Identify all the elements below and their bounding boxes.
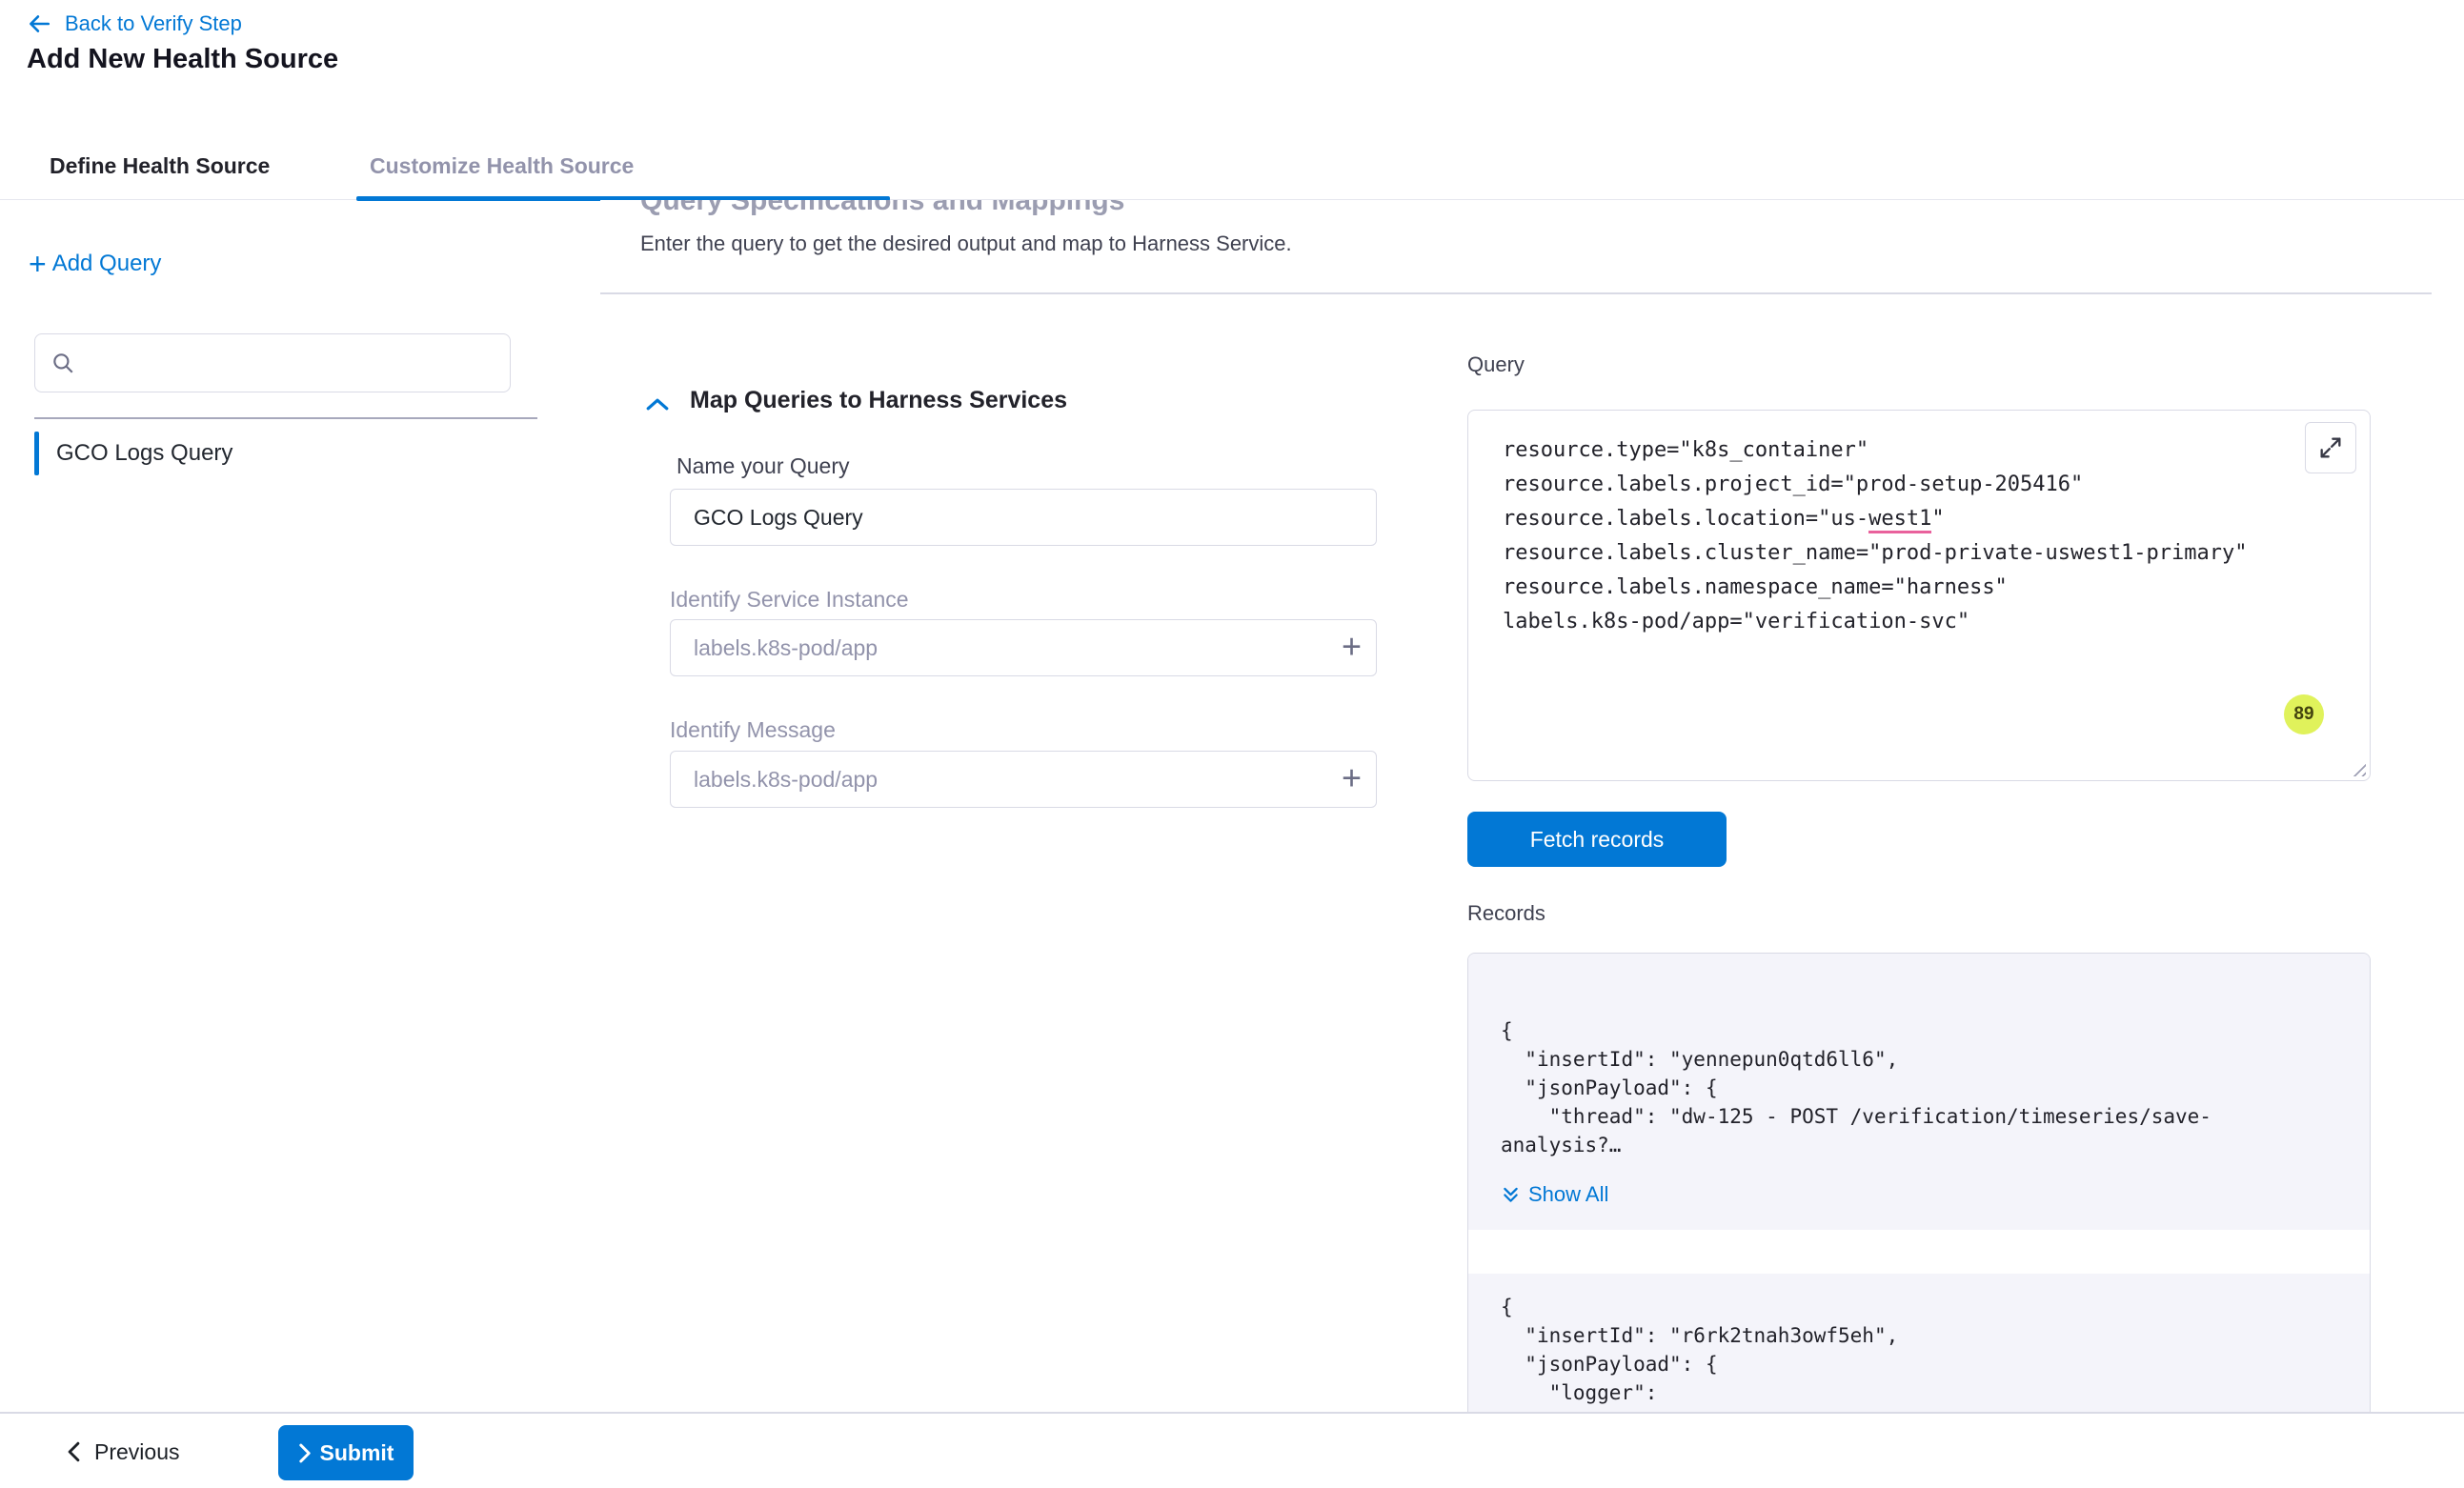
identify-message-input[interactable] — [670, 751, 1377, 808]
name-query-input[interactable] — [670, 489, 1377, 546]
record-json: { "insertId": "yennepun0qtd6ll6", "jsonP… — [1501, 1016, 2263, 1159]
service-instance-input[interactable] — [670, 619, 1377, 676]
expand-query-button[interactable] — [2305, 422, 2356, 473]
query-list-item[interactable]: GCO Logs Query — [34, 431, 232, 476]
record-item: { "insertId": "r6rk2tnah3owf5eh", "jsonP… — [1468, 1274, 2370, 1412]
submit-label: Submit — [320, 1440, 394, 1466]
service-instance-field: + — [670, 619, 1377, 676]
query-search-box — [34, 333, 511, 392]
add-query-label: Add Query — [52, 251, 162, 277]
previous-label: Previous — [94, 1439, 179, 1465]
record-item: { "insertId": "yennepun0qtd6ll6", "jsonP… — [1468, 954, 2370, 1230]
footer-bar: Previous Submit — [0, 1412, 2464, 1488]
query-label: Query — [1467, 352, 1525, 377]
back-arrow-icon — [25, 11, 53, 36]
sidebar-divider — [34, 417, 537, 419]
resize-handle[interactable] — [2349, 759, 2366, 776]
add-service-instance-button[interactable]: + — [1342, 630, 1362, 664]
selected-indicator-bar — [34, 432, 39, 475]
service-instance-label: Identify Service Instance — [670, 587, 909, 613]
section-heading: Query Specifications and Mappings — [640, 200, 1124, 217]
query-editor[interactable]: resource.type="k8s_container"resource.la… — [1467, 410, 2371, 781]
map-queries-title: Map Queries to Harness Services — [690, 387, 1067, 414]
query-search-input[interactable] — [89, 351, 495, 376]
chevron-up-icon — [645, 396, 670, 412]
records-panel: { "insertId": "yennepun0qtd6ll6", "jsonP… — [1467, 953, 2371, 1412]
tab-define-health-source[interactable]: Define Health Source — [50, 131, 270, 200]
back-link-label: Back to Verify Step — [65, 11, 242, 36]
main-panel: Query Specifications and Mappings Enter … — [600, 200, 2464, 1412]
add-query-button[interactable]: + Add Query — [29, 250, 161, 278]
name-query-label: Name your Query — [677, 453, 850, 479]
char-count-badge: 89 — [2284, 694, 2324, 734]
search-icon — [50, 351, 75, 375]
query-item-label: GCO Logs Query — [56, 440, 232, 467]
identify-message-label: Identify Message — [670, 717, 836, 743]
record-spacer — [1468, 1230, 2370, 1274]
plus-icon: + — [29, 250, 47, 278]
query-text: resource.type="k8s_container"resource.la… — [1503, 433, 2335, 639]
section-subheading: Enter the query to get the desired outpu… — [640, 231, 1292, 256]
page-title: Add New Health Source — [27, 44, 338, 75]
fetch-records-button[interactable]: Fetch records — [1467, 812, 1727, 867]
chevron-right-icon — [298, 1443, 312, 1463]
heading-divider — [600, 292, 2432, 294]
records-label: Records — [1467, 901, 1545, 926]
previous-button[interactable]: Previous — [67, 1414, 179, 1488]
record-json: { "insertId": "r6rk2tnah3owf5eh", "jsonP… — [1501, 1293, 2263, 1412]
name-query-field — [670, 489, 1377, 546]
add-health-source-page: Back to Verify Step Add New Health Sourc… — [0, 0, 2464, 1488]
expand-icon — [2317, 434, 2344, 461]
add-message-button[interactable]: + — [1342, 761, 1362, 795]
collapse-section-button[interactable] — [642, 391, 673, 417]
double-chevron-down-icon — [1501, 1185, 1521, 1205]
show-all-label: Show All — [1528, 1182, 1608, 1207]
submit-button[interactable]: Submit — [278, 1425, 414, 1480]
tab-bar: Define Health Source Customize Health So… — [0, 131, 2464, 200]
back-to-verify-link[interactable]: Back to Verify Step — [25, 11, 242, 36]
tab-customize-health-source[interactable]: Customize Health Source — [370, 131, 634, 200]
chevron-left-icon — [67, 1441, 81, 1462]
identify-message-field: + — [670, 751, 1377, 808]
show-all-link[interactable]: Show All — [1501, 1182, 1608, 1207]
